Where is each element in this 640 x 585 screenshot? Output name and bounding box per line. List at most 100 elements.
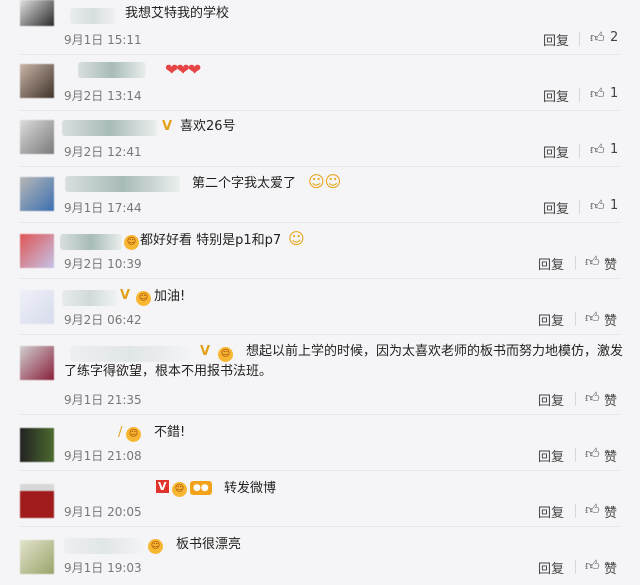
like-label: 赞 xyxy=(604,506,618,521)
username[interactable] xyxy=(60,234,122,250)
fan-badge-icon: ●● xyxy=(190,481,212,495)
separator xyxy=(579,32,580,46)
username[interactable] xyxy=(65,176,180,192)
smile-emoji-icon: ☺ xyxy=(288,229,305,248)
comment-text: 转发微博 xyxy=(224,481,277,496)
separator xyxy=(579,144,580,158)
like-count: 1 xyxy=(610,198,619,213)
username[interactable] xyxy=(62,120,157,136)
like-label: 赞 xyxy=(604,394,618,409)
v-badge-icon: V xyxy=(200,344,211,359)
comment-list: 我想艾特我的学校 9月1日 15:11 回复 👍︎ 2 ❤❤❤ 9月2日 13:… xyxy=(0,0,640,585)
thumbs-up-icon[interactable]: 👍︎ xyxy=(585,254,601,270)
comment-text: 想起以前上学的时候，因为太喜欢老师的板书而努力地模仿，激发 xyxy=(246,344,624,359)
comment-time: 9月1日 21:35 xyxy=(64,393,142,407)
separator xyxy=(579,88,580,102)
separator xyxy=(575,312,576,326)
thumbs-up-icon[interactable]: 👍︎ xyxy=(590,198,606,214)
username[interactable] xyxy=(78,62,146,78)
vip-emoji-icon: ☺ xyxy=(136,291,151,306)
vip-emoji-icon: ☺ xyxy=(126,427,141,442)
avatar[interactable] xyxy=(20,346,54,380)
like-label: 赞 xyxy=(604,314,618,329)
thumbs-up-icon[interactable]: 👍︎ xyxy=(590,30,606,46)
thumbs-up-icon[interactable]: 👍︎ xyxy=(590,142,606,158)
thumbs-up-icon[interactable]: 👍︎ xyxy=(585,310,601,326)
username[interactable] xyxy=(62,290,117,306)
like-count: 1 xyxy=(610,86,619,101)
comment-time: 9月1日 19:03 xyxy=(64,561,142,575)
avatar[interactable] xyxy=(20,540,54,574)
avatar[interactable] xyxy=(20,290,54,324)
thumbs-up-icon[interactable]: 👍︎ xyxy=(585,502,601,518)
comment-text: 第二个字我太爱了 xyxy=(192,176,297,191)
v-badge-icon: V xyxy=(162,119,173,134)
comment-time: 9月2日 12:41 xyxy=(64,145,142,159)
like-label: 赞 xyxy=(604,450,618,465)
comment-time: 9月1日 20:05 xyxy=(64,505,142,519)
reply-button[interactable]: 回复 xyxy=(538,502,564,521)
reply-button[interactable]: 回复 xyxy=(538,390,564,409)
reply-button[interactable]: 回复 xyxy=(543,142,569,161)
divider xyxy=(20,334,620,335)
reply-button[interactable]: 回复 xyxy=(538,310,564,329)
reply-button[interactable]: 回复 xyxy=(538,254,564,273)
like-label: 赞 xyxy=(604,562,618,577)
avatar[interactable] xyxy=(20,428,54,462)
divider xyxy=(20,166,620,167)
avatar[interactable] xyxy=(20,234,54,268)
reply-button[interactable]: 回复 xyxy=(543,198,569,217)
divider xyxy=(20,54,620,55)
comment-time: 9月2日 06:42 xyxy=(64,313,142,327)
comment-time: 9月1日 15:11 xyxy=(64,33,142,47)
reply-button[interactable]: 回复 xyxy=(543,30,569,49)
comment-time: 9月1日 17:44 xyxy=(64,201,142,215)
separator xyxy=(575,448,576,462)
heart-emoji-icon: ❤❤❤ xyxy=(165,60,201,79)
divider xyxy=(20,222,620,223)
comment-text: 不錯! xyxy=(154,425,186,440)
v-badge-icon: V xyxy=(120,288,131,303)
divider xyxy=(20,414,620,415)
divider xyxy=(20,470,620,471)
separator xyxy=(575,504,576,518)
thumbs-up-icon[interactable]: 👍︎ xyxy=(585,390,601,406)
avatar[interactable] xyxy=(20,177,54,211)
separator xyxy=(575,560,576,574)
comment-text: 加油! xyxy=(154,289,186,304)
comment-text: 都好好看 特别是p1和p7 xyxy=(140,233,282,248)
grin-emoji-icon: ☺☺ xyxy=(308,172,342,191)
comment-time: 9月2日 10:39 xyxy=(64,257,142,271)
like-label: 赞 xyxy=(604,258,618,273)
thumbs-up-icon[interactable]: 👍︎ xyxy=(585,446,601,462)
vip-emoji-icon: ☺ xyxy=(172,482,187,497)
avatar[interactable] xyxy=(20,120,54,154)
vip-emoji-icon: ☺ xyxy=(124,235,139,250)
reply-button[interactable]: 回复 xyxy=(543,86,569,105)
avatar[interactable] xyxy=(20,484,54,518)
separator xyxy=(579,200,580,214)
avatar[interactable] xyxy=(20,0,54,26)
thumbs-up-icon[interactable]: 👍︎ xyxy=(590,86,606,102)
username[interactable] xyxy=(70,8,116,24)
comment-text: 我想艾特我的学校 xyxy=(125,6,230,21)
like-count: 2 xyxy=(610,30,619,45)
comment-text: 板书很漂亮 xyxy=(176,537,242,552)
divider xyxy=(20,110,620,111)
separator xyxy=(575,392,576,406)
username[interactable] xyxy=(64,538,142,554)
thumbs-up-icon[interactable]: 👍︎ xyxy=(585,558,601,574)
reply-button[interactable]: 回复 xyxy=(538,558,564,577)
comment-text: 喜欢26号 xyxy=(180,119,236,134)
divider xyxy=(20,526,620,527)
vip-emoji-icon: ☺ xyxy=(218,347,233,362)
vip-emoji-icon: ☺ xyxy=(148,539,163,554)
separator xyxy=(575,256,576,270)
reply-button[interactable]: 回复 xyxy=(538,446,564,465)
avatar[interactable] xyxy=(20,64,54,98)
divider xyxy=(20,278,620,279)
comment-text-continued: 了练字得欲望，根本不用报书法班。 xyxy=(64,364,273,379)
username[interactable] xyxy=(70,346,190,362)
v-badge-icon: / xyxy=(118,425,123,440)
like-count: 1 xyxy=(610,142,619,157)
